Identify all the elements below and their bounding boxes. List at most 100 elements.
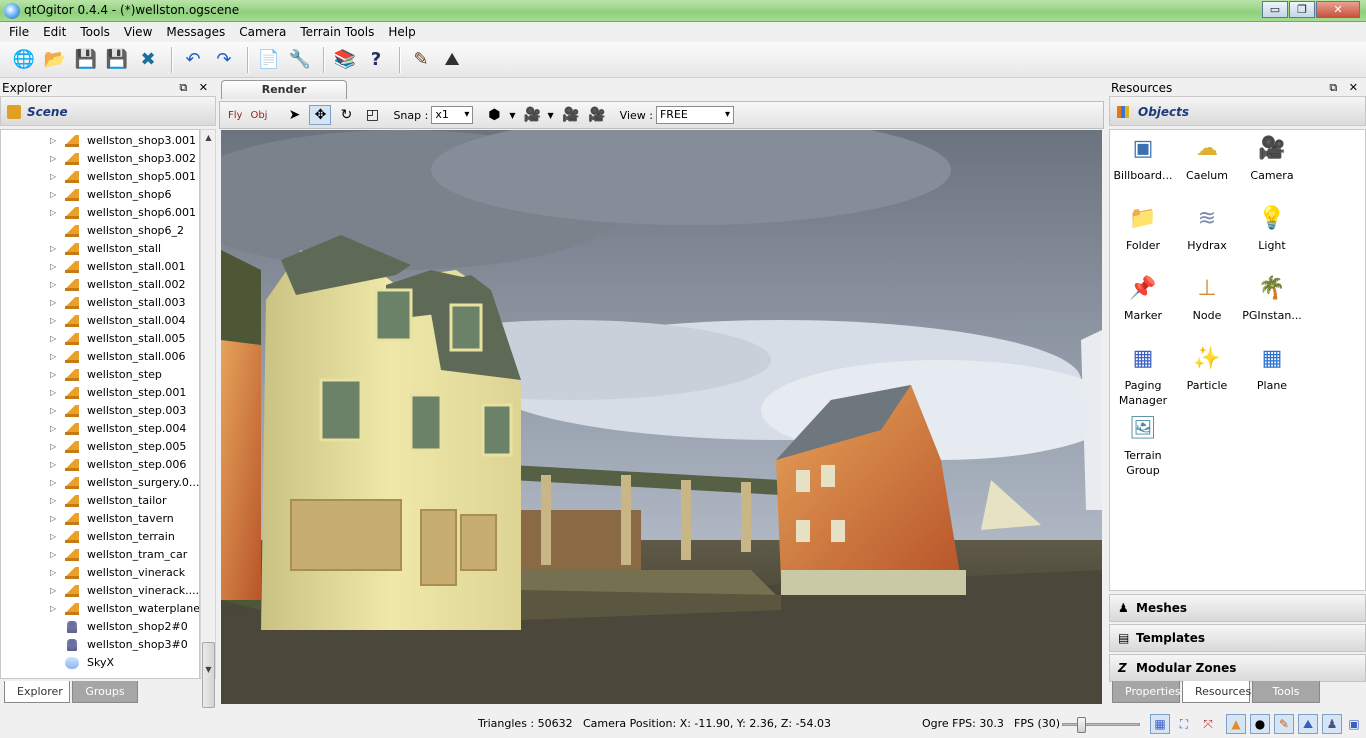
expand-arrow-icon[interactable]: ▷ [50,348,56,366]
show-terrain-icon[interactable]: ⛰ [1298,714,1318,734]
expand-arrow-icon[interactable]: ▷ [50,366,56,384]
tree-item[interactable]: ▷ wellston_tram_car [1,546,199,564]
redo-icon[interactable]: ↷ [210,46,238,74]
object-billboard[interactable]: ▣ Billboard... [1111,134,1175,183]
show-entities-icon[interactable]: ▲ [1226,714,1246,734]
tree-scrollbar[interactable]: ▲ ▼ [200,129,216,708]
expand-arrow-icon[interactable]: ▷ [50,492,56,510]
object-particle[interactable]: ✨ Particle [1175,344,1239,393]
expand-arrow-icon[interactable]: ▷ [50,402,56,420]
object-paging-manager[interactable]: ▦ Paging Manager [1111,344,1175,408]
tree-item[interactable]: ▷ wellston_tailor [1,492,199,510]
menu-camera[interactable]: Camera [232,22,293,42]
help-icon[interactable]: ? [362,46,390,74]
expand-arrow-icon[interactable]: ▷ [50,384,56,402]
minimize-button[interactable]: ▭ [1262,1,1288,18]
tree-item[interactable]: ▷ wellston_stall.003 [1,294,199,312]
fit-view-icon[interactable]: ⛶ [1174,714,1194,734]
expand-arrow-icon[interactable]: ▷ [50,510,56,528]
tree-item[interactable]: ▷ wellston_step.005 [1,438,199,456]
show-markers-icon[interactable]: ♟ [1322,714,1342,734]
tree-item[interactable]: wellston_shop6_2 [1,222,199,240]
undo-icon[interactable]: ↶ [179,46,207,74]
save-as-icon[interactable]: 💾 [103,46,131,74]
show-effects-icon[interactable]: ✎ [1274,714,1294,734]
menu-view[interactable]: View [117,22,159,42]
expand-arrow-icon[interactable]: ▷ [50,258,56,276]
expand-arrow-icon[interactable]: ▷ [50,528,56,546]
maximize-button[interactable]: ❐ [1289,1,1315,18]
save-icon[interactable]: 💾 [72,46,100,74]
tree-item[interactable]: ▷ wellston_stall.002 [1,276,199,294]
tree-item[interactable]: wellston_shop3#0 [1,636,199,654]
library-icon[interactable]: 📚 [331,46,359,74]
tab-tools[interactable]: Tools [1252,681,1320,703]
tab-render[interactable]: Render [221,80,347,99]
render-mode-dropdown-icon[interactable]: ▼ [509,111,515,120]
camera-add-icon[interactable]: 🎥 [560,105,582,125]
expand-arrow-icon[interactable]: ▷ [50,132,56,150]
expand-arrow-icon[interactable]: ▷ [50,420,56,438]
grid-view-icon[interactable]: ▦ [1150,714,1170,734]
expand-arrow-icon[interactable]: ▷ [50,204,56,222]
tree-item[interactable]: ▷ wellston_stall [1,240,199,258]
move-tool-icon[interactable]: ✥ [309,105,332,125]
camera-remove-icon[interactable]: 🎥 [586,105,608,125]
expand-arrow-icon[interactable]: ▷ [50,438,56,456]
menu-terrain-tools[interactable]: Terrain Tools [293,22,381,42]
fps-slider[interactable] [1062,717,1140,733]
expand-arrow-icon[interactable]: ▷ [50,564,56,582]
tree-item[interactable]: ▷ wellston_surgery.0... [1,474,199,492]
object-hydrax[interactable]: ≋ Hydrax [1175,204,1239,253]
tree-item[interactable]: ▷ wellston_vinerack [1,564,199,582]
tree-item[interactable]: ▷ wellston_step.006 [1,456,199,474]
tree-item[interactable]: ▷ wellston_tavern [1,510,199,528]
menu-tools[interactable]: Tools [73,22,117,42]
expand-arrow-icon[interactable]: ▷ [50,582,56,600]
expand-arrow-icon[interactable]: ▷ [50,294,56,312]
tree-item[interactable]: ▷ wellston_stall.006 [1,348,199,366]
render-mode-icon[interactable]: ⬢ [483,105,505,125]
export-icon[interactable]: 📄 [255,46,283,74]
camera-dropdown-icon[interactable]: ▼ [548,111,554,120]
expand-arrow-icon[interactable]: ▷ [50,168,56,186]
menu-help[interactable]: Help [381,22,422,42]
tab-groups[interactable]: Groups [72,681,138,703]
edit-icon[interactable]: ✎ [407,46,435,74]
objects-header[interactable]: Objects [1109,96,1366,126]
tab-explorer[interactable]: Explorer [4,681,70,703]
menu-messages[interactable]: Messages [159,22,232,42]
tree-item[interactable]: ▷ wellston_terrain [1,528,199,546]
expand-arrow-icon[interactable]: ▷ [50,456,56,474]
tree-item[interactable]: ▷ wellston_shop6.001 [1,204,199,222]
scale-tool-icon[interactable]: ◰ [361,105,383,125]
tree-item[interactable]: ▷ wellston_vinerack.... [1,582,199,600]
scroll-up-icon[interactable]: ▲ [202,131,215,145]
panel-controls[interactable]: ⧉ ✕ [1329,80,1362,96]
tree-item[interactable]: wellston_shop2#0 [1,618,199,636]
tab-resources[interactable]: Resources [1182,681,1251,703]
tree-item[interactable]: ▷ wellston_step.001 [1,384,199,402]
expand-arrow-icon[interactable]: ▷ [50,276,56,294]
camera-select-icon[interactable]: 🎥 [522,105,544,125]
panel-controls[interactable]: ⧉ ✕ [179,80,212,96]
show-bounds-icon[interactable]: ▣ [1344,714,1364,734]
object-mode-button[interactable]: Obj [250,110,267,121]
tree-item[interactable]: ▷ wellston_step.003 [1,402,199,420]
expand-arrow-icon[interactable]: ▷ [50,240,56,258]
object-pginstan[interactable]: 🌴 PGInstan... [1240,274,1304,323]
fullscreen-icon[interactable]: ⤧ [1198,714,1218,734]
section-meshes[interactable]: ♟ Meshes [1109,594,1366,622]
view-select[interactable]: FREE [655,106,734,124]
tree-item[interactable]: ▷ wellston_waterplane [1,600,199,618]
show-nodes-icon[interactable]: ● [1250,714,1270,734]
rotate-tool-icon[interactable]: ↻ [335,105,357,125]
expand-arrow-icon[interactable]: ▷ [50,186,56,204]
expand-arrow-icon[interactable]: ▷ [50,474,56,492]
close-scene-icon[interactable]: ✖ [134,46,162,74]
object-folder[interactable]: 📁 Folder [1111,204,1175,253]
fps-slider-handle[interactable] [1077,717,1086,733]
menu-file[interactable]: File [2,22,36,42]
object-node[interactable]: ⊥ Node [1175,274,1239,323]
tree-item[interactable]: SkyX [1,654,199,672]
